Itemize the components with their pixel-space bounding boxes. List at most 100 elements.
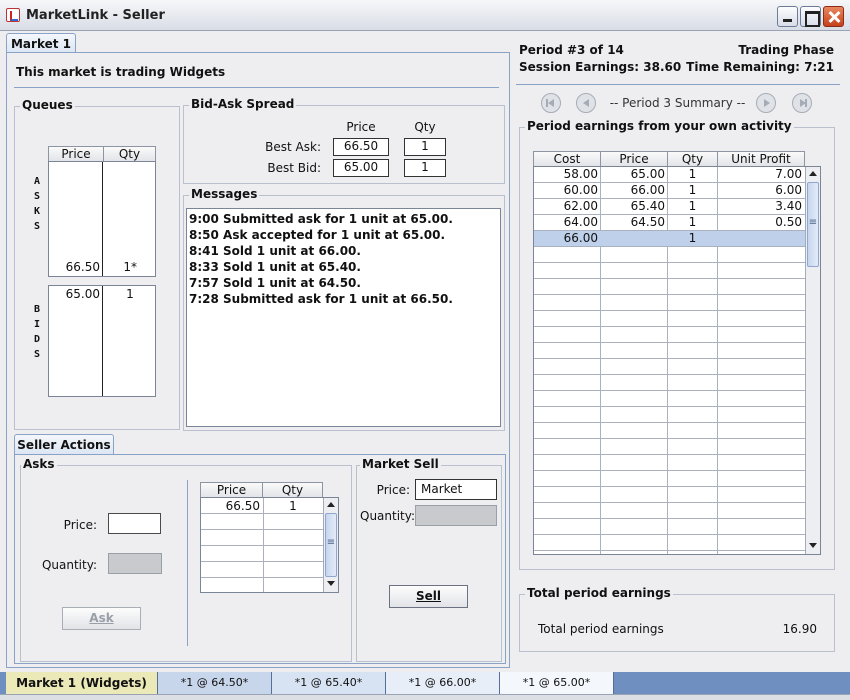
asks-title: Asks [21,457,57,471]
table-row[interactable] [534,295,805,311]
table-row[interactable] [534,519,805,535]
period-earnings-scrollbar[interactable] [805,167,820,554]
table-row[interactable] [534,343,805,359]
message-line: 7:57 Sold 1 unit at 64.50. [189,276,361,290]
ask-price-label: Price: [63,518,97,532]
period-summary-label: -- Period 3 Summary -- [609,96,746,110]
scroll-down-icon[interactable] [806,539,820,553]
ask-quantity-label: Quantity: [41,558,97,572]
maximize-button[interactable] [800,6,821,27]
table-row[interactable] [534,535,805,551]
separator [187,480,188,646]
row-qty: 1 [688,167,697,181]
tab-market-1[interactable]: Market 1 [6,33,76,53]
total-earnings-value: 16.90 [782,622,817,636]
bids-vertical-label: BIDS [33,304,41,360]
column-divider [102,286,103,396]
market-sell-quantity-label: Quantity: [360,509,416,523]
first-period-icon[interactable] [541,93,561,113]
ask-button[interactable]: Ask [62,607,141,630]
table-row[interactable] [534,327,805,343]
status-trade: *1 @ 64.50* [158,672,272,694]
status-trade: *1 @ 65.40* [272,672,386,694]
message-line: 8:33 Sold 1 unit at 65.40. [189,260,361,274]
table-row[interactable] [534,359,805,375]
title-bar[interactable]: MarketLink - Seller [0,0,850,31]
best-ask-qty: 1 [404,138,446,156]
qty-header: Qty [667,151,718,167]
spread-qty-header: Qty [414,120,436,134]
table-row[interactable] [534,439,805,455]
row-qty: 1 [688,231,697,245]
best-bid-label: Best Bid: [267,161,321,175]
table-row[interactable] [534,311,805,327]
row-unit-profit: 6.00 [775,183,802,197]
scroll-up-icon[interactable] [324,498,338,512]
session-earnings: Session Earnings: 38.60 [519,60,682,74]
row-price: 65.00 [630,167,665,181]
queue-price-header: Price [48,146,104,162]
scroll-up-icon[interactable] [806,167,820,181]
table-row[interactable] [534,263,805,279]
table-row[interactable] [534,247,805,263]
window-title: MarketLink - Seller [26,8,165,23]
messages-list[interactable]: 9:00 Submitted ask for 1 unit at 65.00. … [186,208,501,427]
bid-queue-qty: 1 [126,287,134,301]
minimize-button[interactable] [777,6,798,27]
unit-profit-header: Unit Profit [717,151,805,167]
table-row[interactable] [534,455,805,471]
queue-qty-header: Qty [103,146,156,162]
period-earnings-title: Period earnings from your own activity [525,119,794,133]
price-header: Price [600,151,668,167]
row-qty: 1 [688,183,697,197]
ask-queue-price: 66.50 [65,260,100,274]
best-ask-price: 66.50 [333,138,389,156]
message-line: 9:00 Submitted ask for 1 unit at 65.00. [189,212,453,226]
scroll-thumb[interactable] [325,513,337,577]
table-row[interactable] [534,423,805,439]
previous-period-icon[interactable] [576,93,596,113]
close-button[interactable] [823,6,844,27]
divider [516,84,840,85]
period-counter: Period #3 of 14 [519,43,624,57]
last-period-icon[interactable] [792,93,812,113]
app-icon [6,8,20,22]
row-unit-profit: 0.50 [775,215,802,229]
status-trade: *1 @ 65.00* [500,672,614,694]
ask-queue-qty: 1* [123,260,137,274]
table-row[interactable] [534,375,805,391]
table-row[interactable] [534,503,805,519]
spread-title: Bid-Ask Spread [189,97,297,111]
total-earnings-label: Total period earnings [538,622,664,636]
messages-title: Messages [189,187,260,201]
scroll-down-icon[interactable] [324,577,338,591]
table-row[interactable] [534,487,805,503]
row-cost: 66.00 [563,231,598,245]
row-price: 64.50 [630,215,665,229]
row-cost: 64.00 [563,215,598,229]
tab-seller-actions[interactable]: Seller Actions [14,434,114,455]
seller-asks-scrollbar[interactable] [323,498,338,592]
row-cost: 58.00 [563,167,598,181]
message-line: 7:28 Submitted ask for 1 unit at 66.50. [189,292,453,306]
column-divider [102,162,103,276]
status-trade: *1 @ 66.00* [386,672,500,694]
seller-ask-row-price: 66.50 [225,499,260,513]
status-market[interactable]: Market 1 (Widgets) [6,672,158,694]
table-row[interactable] [534,279,805,295]
ask-quantity-input[interactable] [108,553,162,574]
scroll-thumb[interactable] [807,182,819,267]
market-sell-quantity-input[interactable] [415,505,497,526]
taskbar-strip [0,694,850,700]
table-row[interactable] [534,391,805,407]
total-earnings-title: Total period earnings [525,586,673,600]
sell-button[interactable]: Sell [389,585,468,608]
time-remaining: Time Remaining: 7:21 [686,60,834,74]
table-row[interactable] [534,407,805,423]
row-unit-profit: 7.00 [775,167,802,181]
ask-price-input[interactable] [108,513,161,534]
message-line: 8:41 Sold 1 unit at 66.00. [189,244,361,258]
next-period-icon[interactable] [756,93,776,113]
table-row[interactable] [534,471,805,487]
spread-price-header: Price [346,120,376,134]
